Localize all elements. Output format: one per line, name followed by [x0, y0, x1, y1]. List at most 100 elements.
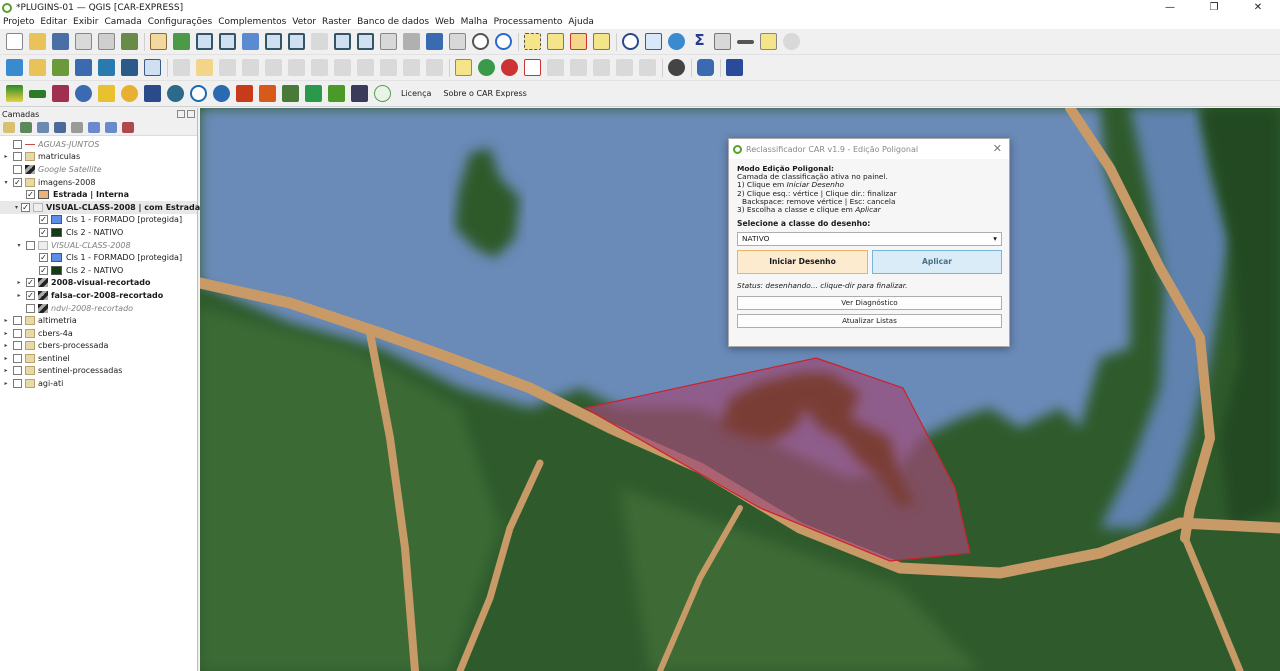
layer-row[interactable]: ▾ ✓ imagens-2008	[0, 176, 197, 189]
pin-labels-icon[interactable]	[501, 59, 518, 76]
refresh-lists-button[interactable]: Atualizar Listas	[737, 313, 1002, 328]
menu-vetor[interactable]: Vetor	[289, 17, 319, 27]
layer-visibility-checkbox[interactable]	[13, 353, 22, 363]
layer-visibility-checkbox[interactable]: ✓	[21, 202, 31, 212]
dialog-close-icon[interactable]: ✕	[993, 142, 1002, 155]
menu-processamento[interactable]: Processamento	[491, 17, 566, 27]
layer-row[interactable]: ▸ altimetria	[0, 314, 197, 327]
car-layer-icon[interactable]	[6, 85, 23, 102]
layer-row[interactable]: ▸ cbers-4a	[0, 327, 197, 340]
layer-row[interactable]: ▸ agi-ati	[0, 377, 197, 390]
layer-row[interactable]: ▸ ✓ falsa-cor-2008-recortado	[0, 289, 197, 302]
start-drawing-button[interactable]: Iniciar Desenho	[737, 250, 868, 275]
menu-configuracoes[interactable]: Configurações	[145, 17, 215, 27]
menu-editar[interactable]: Editar	[37, 17, 70, 27]
open-attribute-table-icon[interactable]	[645, 33, 662, 50]
style-manager-icon[interactable]	[121, 33, 138, 50]
menu-exibir[interactable]: Exibir	[70, 17, 101, 27]
expand-arrow-icon[interactable]: ▾	[15, 204, 18, 211]
layer-row[interactable]: ▾ ✓ VISUAL-CLASS-2008 | com Estradas	[0, 200, 205, 214]
menu-projeto[interactable]: Projeto	[0, 17, 37, 27]
add-wfs-layer-icon[interactable]	[121, 59, 138, 76]
globe-plugin-icon[interactable]	[668, 59, 685, 76]
collapse-arrow-icon[interactable]: ▸	[2, 153, 10, 160]
collapse-arrow-icon[interactable]: ▸	[2, 330, 10, 337]
add-raster-layer-icon[interactable]	[75, 59, 92, 76]
minimize-button[interactable]: —	[1148, 0, 1192, 15]
open-layer-styling-icon[interactable]	[3, 122, 15, 133]
car-gear-icon[interactable]	[75, 85, 92, 102]
layer-row[interactable]: ✓ Cls 2 - NATIVO	[0, 264, 197, 277]
layer-labeling-icon[interactable]	[478, 59, 495, 76]
layer-visibility-checkbox[interactable]	[26, 240, 35, 250]
zoom-to-layer-icon[interactable]	[288, 33, 305, 50]
car-search-icon[interactable]	[190, 85, 207, 102]
temporal-controller-icon[interactable]	[472, 33, 489, 50]
class-select[interactable]: NATIVO ▾	[737, 232, 1002, 247]
car-map-icon[interactable]	[52, 85, 69, 102]
layer-row[interactable]: ✓ Cls 1 - FORMADO [protegida]	[0, 251, 197, 264]
car-flag-icon[interactable]	[29, 89, 46, 98]
layer-visibility-checkbox[interactable]: ✓	[26, 278, 35, 288]
current-edits-icon[interactable]	[173, 59, 190, 76]
car-tree-icon[interactable]	[328, 85, 345, 102]
select-by-location-icon[interactable]	[593, 33, 610, 50]
layer-visibility-checkbox[interactable]: ✓	[39, 227, 48, 237]
layer-row[interactable]: ▸ matriculas	[0, 151, 197, 164]
processing-toolbox-icon[interactable]	[668, 33, 685, 50]
car-circle-icon[interactable]	[374, 85, 391, 102]
redo-icon[interactable]	[426, 59, 443, 76]
help-icon[interactable]	[726, 59, 743, 76]
open-field-calculator-icon[interactable]	[714, 33, 731, 50]
collapse-arrow-icon[interactable]: ▸	[2, 380, 10, 387]
layer-visibility-checkbox[interactable]	[13, 379, 22, 389]
car-globe-icon[interactable]	[167, 85, 184, 102]
settings-gear-icon[interactable]	[783, 33, 800, 50]
layer-visibility-checkbox[interactable]	[13, 366, 22, 376]
layer-visibility-checkbox[interactable]: ✓	[39, 215, 48, 225]
layer-row[interactable]: AGUAS-JUNTOS	[0, 138, 197, 151]
collapse-arrow-icon[interactable]: ▸	[2, 355, 10, 362]
manage-visibility-icon[interactable]	[37, 122, 49, 133]
car-grid-icon[interactable]	[144, 85, 161, 102]
car-satellite-icon[interactable]	[351, 85, 368, 102]
zoom-next-icon[interactable]	[357, 33, 374, 50]
collapse-arrow-icon[interactable]: ▸	[15, 279, 23, 286]
layer-row[interactable]: ✓ Cls 1 - FORMADO [protegida]	[0, 214, 197, 227]
remove-layer-icon[interactable]	[122, 122, 134, 133]
expand-arrow-icon[interactable]: ▾	[2, 179, 10, 186]
identify-features-icon[interactable]	[622, 33, 639, 50]
layer-row[interactable]: ▾ VISUAL-CLASS-2008	[0, 239, 197, 252]
select-features-icon[interactable]	[524, 33, 541, 50]
expand-all-icon[interactable]	[88, 122, 100, 133]
about-car-express-link[interactable]: Sobre o CAR Express	[443, 89, 526, 98]
car-landscape-icon[interactable]	[282, 85, 299, 102]
zoom-out-icon[interactable]	[219, 33, 236, 50]
data-source-manager-icon[interactable]	[6, 59, 23, 76]
digitize-icon[interactable]	[242, 59, 259, 76]
new-3d-view-icon[interactable]	[403, 33, 420, 50]
highlight-labels-icon[interactable]	[524, 59, 541, 76]
refresh-icon[interactable]	[495, 33, 512, 50]
layer-row[interactable]: ▸ cbers-processada	[0, 340, 197, 353]
layer-visibility-checkbox[interactable]: ✓	[26, 290, 35, 300]
add-group-icon[interactable]	[20, 122, 32, 133]
filter-expression-icon[interactable]	[71, 122, 83, 133]
select-by-value-icon[interactable]	[547, 33, 564, 50]
close-panel-button[interactable]	[187, 110, 195, 118]
change-label-icon[interactable]	[593, 59, 610, 76]
layer-row[interactable]: ▸ sentinel-processadas	[0, 365, 197, 378]
layer-row[interactable]: ✓ Estrada | Interna	[0, 188, 197, 201]
collapse-arrow-icon[interactable]: ▸	[15, 292, 23, 299]
layer-row[interactable]: ▸ sentinel	[0, 352, 197, 365]
label-properties-icon[interactable]	[639, 59, 656, 76]
collapse-arrow-icon[interactable]: ▸	[2, 342, 10, 349]
save-project-icon[interactable]	[52, 33, 69, 50]
menu-web[interactable]: Web	[432, 17, 458, 27]
vertex-tool-icon[interactable]	[265, 59, 282, 76]
menu-camada[interactable]: Camada	[101, 17, 144, 27]
show-bookmarks-icon[interactable]	[449, 33, 466, 50]
show-hide-labels-icon[interactable]	[616, 59, 633, 76]
car-burn-icon[interactable]	[259, 85, 276, 102]
zoom-to-selection-icon[interactable]	[265, 33, 282, 50]
